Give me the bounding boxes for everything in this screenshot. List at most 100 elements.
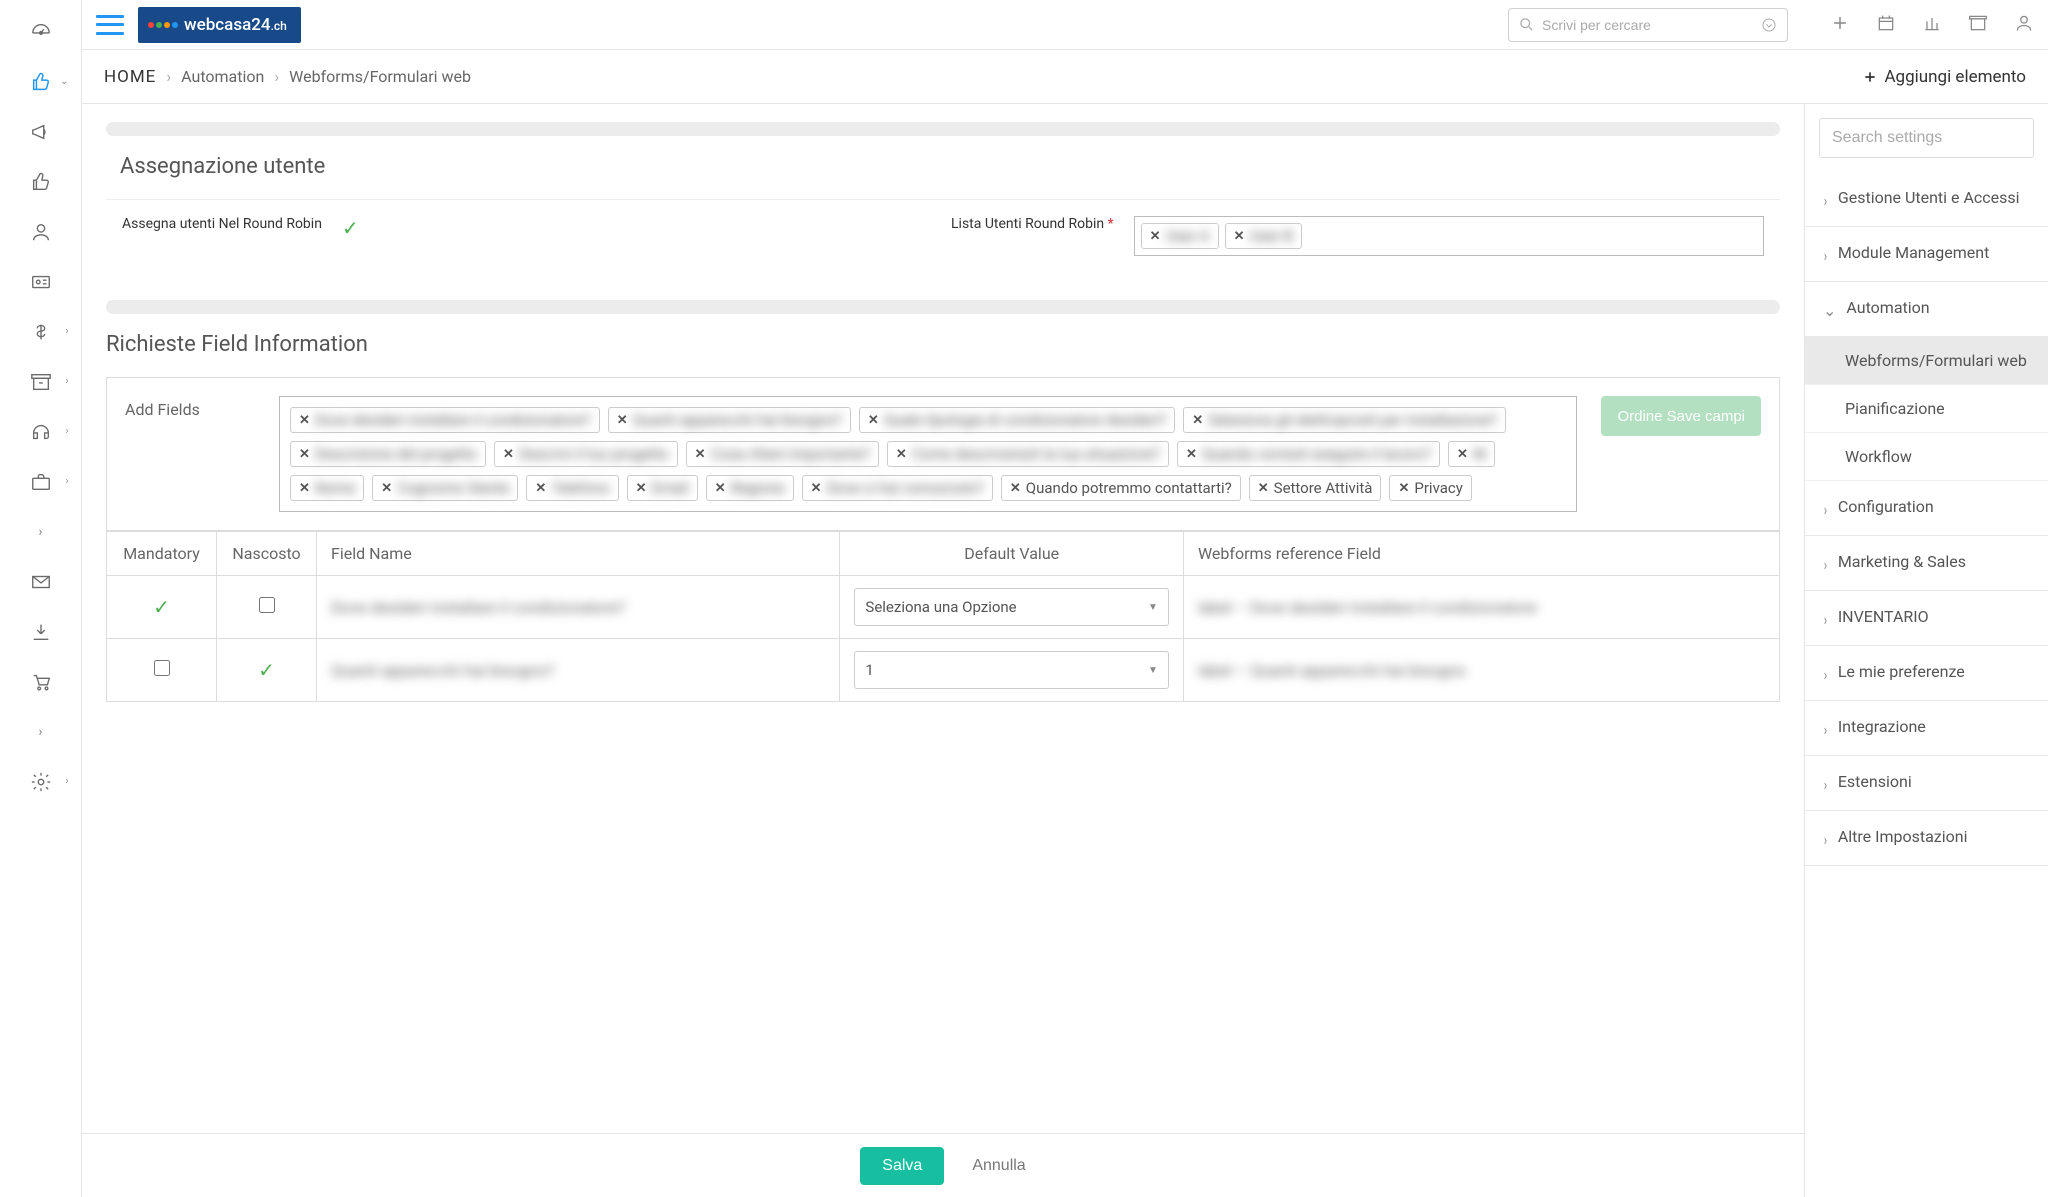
close-icon[interactable]: ✕ <box>299 481 310 496</box>
briefcase-icon[interactable]: › <box>21 468 61 496</box>
order-save-fields-button[interactable]: Ordine Save campi <box>1601 396 1761 436</box>
field-tag[interactable]: ✕Descrizione del progetto <box>290 441 486 467</box>
field-tag[interactable]: ✕Dove desideri installare il condizionat… <box>290 407 600 433</box>
settings-subitem[interactable]: Webforms/Formulari web <box>1805 337 2048 385</box>
check-icon: ✓ <box>258 658 275 682</box>
settings-item[interactable]: ›Estensioni <box>1805 756 2048 811</box>
mail-icon[interactable] <box>21 568 61 596</box>
close-icon[interactable]: ✕ <box>299 447 310 462</box>
search-input[interactable] <box>1542 17 1753 33</box>
settings-item[interactable]: ›Le mie preferenze <box>1805 646 2048 701</box>
field-tag[interactable]: ✕Email <box>627 475 698 501</box>
box-icon[interactable] <box>1968 13 1988 37</box>
add-element-label: Aggiungi elemento <box>1884 67 2026 87</box>
field-tag[interactable]: ✕Come descriveresti la tua situazione? <box>887 441 1169 467</box>
headset-icon[interactable]: › <box>21 418 61 446</box>
round-robin-users[interactable]: ✕User A ✕User B <box>1134 216 1764 256</box>
user-tag[interactable]: ✕User B <box>1225 223 1302 249</box>
field-tag[interactable]: ✕Settore Attività <box>1249 475 1382 501</box>
default-value-select[interactable]: Seleziona una Opzione▼ <box>854 588 1169 626</box>
user-tag[interactable]: ✕User A <box>1141 223 1219 249</box>
more-icon[interactable]: › <box>21 518 61 546</box>
calendar-icon[interactable] <box>1876 13 1896 37</box>
field-tag[interactable]: ✕Quando potremmo contattarti? <box>1001 475 1241 501</box>
close-icon[interactable]: ✕ <box>695 447 706 462</box>
settings-item[interactable]: ›Module Management <box>1805 227 2048 282</box>
settings-item[interactable]: ›Gestione Utenti e Accessi <box>1805 172 2048 227</box>
dashboard-icon[interactable] <box>21 18 61 46</box>
close-icon[interactable]: ✕ <box>811 481 822 496</box>
profile-icon[interactable] <box>2014 13 2034 37</box>
global-search[interactable] <box>1508 8 1788 42</box>
gear-icon[interactable]: › <box>21 768 61 796</box>
add-icon[interactable] <box>1830 13 1850 37</box>
field-tag[interactable]: ✕Quando vorresti eseguire il lavoro? <box>1177 441 1440 467</box>
close-icon[interactable]: ✕ <box>1258 481 1269 496</box>
settings-subitem[interactable]: Workflow <box>1805 433 2048 481</box>
default-value-select[interactable]: 1▼ <box>854 651 1169 689</box>
field-info-box: Add Fields ✕Dove desideri installare il … <box>106 377 1780 531</box>
field-tag[interactable]: ✕Telefono <box>526 475 618 501</box>
close-icon[interactable]: ✕ <box>381 481 392 496</box>
close-icon[interactable]: ✕ <box>1192 413 1203 428</box>
close-icon[interactable]: ✕ <box>1010 481 1021 496</box>
download-icon[interactable] <box>21 618 61 646</box>
close-icon[interactable]: ✕ <box>715 481 726 496</box>
megaphone-icon[interactable] <box>21 118 61 146</box>
chart-icon[interactable] <box>1922 13 1942 37</box>
cancel-button[interactable]: Annulla <box>972 1157 1025 1175</box>
field-tag[interactable]: ✕Cosa ritieni importante? <box>686 441 879 467</box>
field-tag[interactable]: ✕Quale tipologia di condizionatore desid… <box>859 407 1175 433</box>
close-icon[interactable]: ✕ <box>617 413 628 428</box>
field-tag[interactable]: ✕Privacy <box>1389 475 1471 501</box>
close-icon[interactable]: ✕ <box>1234 229 1245 244</box>
thumbs-up-alt-icon[interactable] <box>21 168 61 196</box>
close-icon[interactable]: ✕ <box>1457 447 1468 462</box>
hidden-checkbox[interactable] <box>259 597 275 613</box>
menu-toggle[interactable] <box>96 15 124 35</box>
field-tag[interactable]: ✕Dove ci hai conosciuto? <box>802 475 993 501</box>
settings-item[interactable]: ›Configuration <box>1805 481 2048 536</box>
mandatory-checkbox[interactable] <box>154 660 170 676</box>
close-icon[interactable]: ✕ <box>503 447 514 462</box>
field-tag[interactable]: ✕Regione <box>706 475 794 501</box>
settings-item[interactable]: ›Marketing & Sales <box>1805 536 2048 591</box>
field-tag[interactable]: ✕Cognome Utente <box>372 475 518 501</box>
field-tag[interactable]: ✕Nome <box>290 475 364 501</box>
settings-item[interactable]: ›Altre Impostazioni <box>1805 811 2048 866</box>
more-2-icon[interactable]: › <box>21 718 61 746</box>
breadcrumb-home[interactable]: HOME <box>104 67 156 87</box>
close-icon[interactable]: ✕ <box>299 413 310 428</box>
settings-search[interactable] <box>1819 118 2034 158</box>
settings-item[interactable]: ⌄Automation <box>1805 282 2048 337</box>
section-divider <box>106 122 1780 136</box>
close-icon[interactable]: ✕ <box>868 413 879 428</box>
close-icon[interactable]: ✕ <box>896 447 907 462</box>
user-icon[interactable] <box>21 218 61 246</box>
close-icon[interactable]: ✕ <box>535 481 546 496</box>
close-icon[interactable]: ✕ <box>636 481 647 496</box>
settings-subitem[interactable]: Pianificazione <box>1805 385 2048 433</box>
field-tag[interactable]: ✕Quanti apparecchi hai bisogno? <box>608 407 851 433</box>
chevron-down-icon[interactable] <box>1761 17 1777 33</box>
settings-item[interactable]: ›INVENTARIO <box>1805 591 2048 646</box>
add-fields-tagbox[interactable]: ✕Dove desideri installare il condizionat… <box>279 396 1577 512</box>
breadcrumb-webforms[interactable]: Webforms/Formulari web <box>289 67 471 86</box>
cart-icon[interactable] <box>21 668 61 696</box>
add-element-button[interactable]: Aggiungi elemento <box>1862 67 2026 87</box>
thumbs-up-icon[interactable]: ⌄ <box>21 68 61 96</box>
archive-icon[interactable]: › <box>21 368 61 396</box>
settings-item[interactable]: ›Integrazione <box>1805 701 2048 756</box>
breadcrumb-automation[interactable]: Automation <box>181 67 264 86</box>
close-icon[interactable]: ✕ <box>1150 229 1161 244</box>
close-icon[interactable]: ✕ <box>1186 447 1197 462</box>
settings-search-input[interactable] <box>1832 129 2021 147</box>
field-tag[interactable]: ✕Descrivi il tuo progetto <box>494 441 678 467</box>
field-tag[interactable]: ✕M <box>1448 441 1495 467</box>
dollar-icon[interactable]: › <box>21 318 61 346</box>
logo[interactable]: webcasa24.ch <box>138 7 301 43</box>
save-button[interactable]: Salva <box>860 1147 944 1185</box>
close-icon[interactable]: ✕ <box>1398 481 1409 496</box>
field-tag[interactable]: ✕Seleziona gli elettroprosti per install… <box>1183 407 1506 433</box>
id-card-icon[interactable] <box>21 268 61 296</box>
